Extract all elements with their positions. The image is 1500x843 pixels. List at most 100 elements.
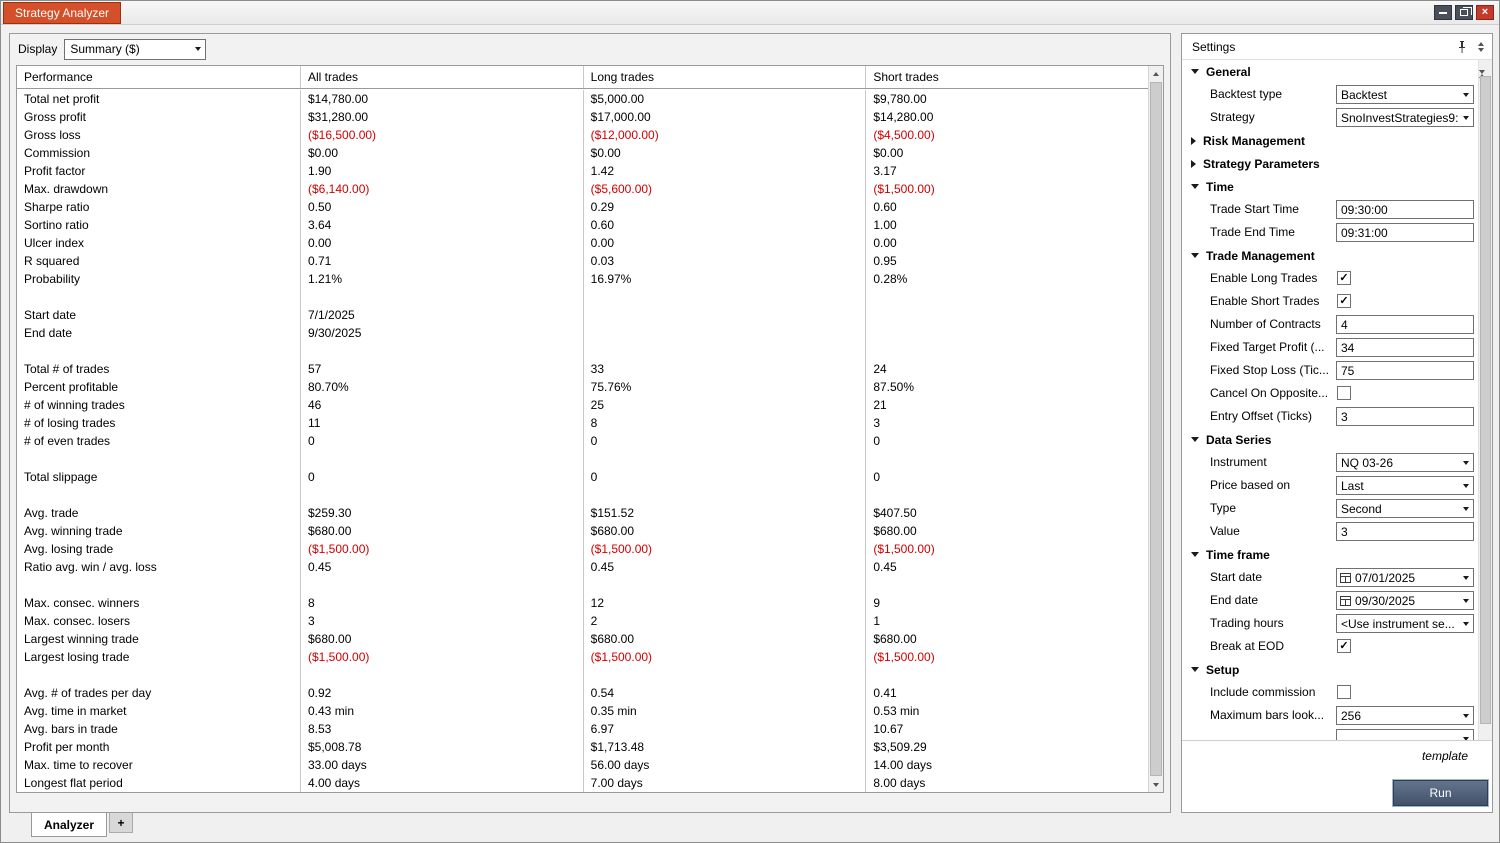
checkbox[interactable]: ✓ xyxy=(1337,639,1351,653)
settings-section-risk-management[interactable]: Risk Management xyxy=(1182,129,1478,152)
minimize-button[interactable] xyxy=(1434,5,1452,20)
table-row[interactable] xyxy=(17,288,1148,306)
date-picker[interactable]: 09/30/2025 xyxy=(1336,591,1474,610)
table-scrollbar-thumb[interactable] xyxy=(1150,82,1162,776)
table-row[interactable]: Total # of trades 57 33 24 xyxy=(17,360,1148,378)
restore-button[interactable] xyxy=(1455,5,1473,20)
checkbox[interactable] xyxy=(1337,685,1351,699)
table-row[interactable]: # of losing trades 11 8 3 xyxy=(17,414,1148,432)
table-row[interactable]: # of even trades 0 0 0 xyxy=(17,432,1148,450)
text-input[interactable]: 75 xyxy=(1336,361,1474,380)
section-label: Time frame xyxy=(1206,547,1270,562)
pin-icon[interactable] xyxy=(1455,40,1469,54)
metric-label: Max. consec. losers xyxy=(24,614,131,628)
column-header-long-trades[interactable]: Long trades xyxy=(582,66,866,88)
text-input[interactable]: 09:31:00 xyxy=(1336,223,1474,242)
close-button[interactable]: × xyxy=(1476,5,1494,20)
table-row[interactable]: Ulcer index 0.00 0.00 0.00 xyxy=(17,234,1148,252)
table-row[interactable]: Total net profit $14,780.00 $5,000.00 $9,78… xyxy=(17,90,1148,108)
table-row[interactable]: Avg. losing trade ($1,500.00) ($1,500.00)(… xyxy=(17,540,1148,558)
settings-scrollbar[interactable] xyxy=(1478,60,1492,740)
text-input[interactable]: 3 xyxy=(1336,407,1474,426)
settings-section-data-series[interactable]: Data Series xyxy=(1182,428,1478,451)
table-row[interactable]: Avg. winning trade $680.00 $680.00 $680.00 xyxy=(17,522,1148,540)
table-row[interactable] xyxy=(17,342,1148,360)
settings-scrollbar-thumb[interactable] xyxy=(1480,76,1491,724)
table-row[interactable]: Max. time to recover 33.00 days 56.00 days… xyxy=(17,756,1148,774)
dropdown[interactable]: Second xyxy=(1336,499,1474,518)
dropdown[interactable] xyxy=(1336,729,1474,740)
text-input[interactable]: 3 xyxy=(1336,522,1474,541)
text-input[interactable]: 4 xyxy=(1336,315,1474,334)
checkbox[interactable]: ✓ xyxy=(1337,294,1351,308)
panel-updown-arrows[interactable] xyxy=(1475,41,1487,52)
dropdown[interactable]: Backtest xyxy=(1336,85,1474,104)
scroll-up-button[interactable] xyxy=(1149,66,1163,81)
table-row[interactable]: Profit per month $5,008.78 $1,713.48 $3,509… xyxy=(17,738,1148,756)
column-header-short-trades[interactable]: Short trades xyxy=(865,66,1148,88)
table-row[interactable] xyxy=(17,666,1148,684)
date-picker[interactable]: 07/01/2025 xyxy=(1336,568,1474,587)
table-row[interactable]: Gross profit $31,280.00 $17,000.00 $14,280.… xyxy=(17,108,1148,126)
settings-section-general[interactable]: General xyxy=(1182,60,1478,83)
table-row[interactable]: Max. consec. winners 8 12 9 xyxy=(17,594,1148,612)
table-row[interactable] xyxy=(17,576,1148,594)
dropdown[interactable]: SnoInvestStrategies9: xyxy=(1336,108,1474,127)
text-input[interactable]: 09:30:00 xyxy=(1336,200,1474,219)
add-tab-button[interactable]: + xyxy=(109,813,134,833)
run-button[interactable]: Run xyxy=(1393,780,1488,806)
table-row[interactable]: Gross loss ($16,500.00) ($12,000.00) ($4,50… xyxy=(17,126,1148,144)
column-header-all-trades[interactable]: All trades xyxy=(300,66,583,88)
table-row[interactable]: Percent profitable 80.70% 75.76% 87.50% xyxy=(17,378,1148,396)
checkbox[interactable]: ✓ xyxy=(1337,271,1351,285)
metric-value: 1.00 xyxy=(865,216,1148,234)
table-row[interactable]: Longest flat period 4.00 days 7.00 days 8.0… xyxy=(17,774,1148,792)
table-scrollbar[interactable] xyxy=(1148,66,1163,792)
metric-value: $680.00 xyxy=(300,630,583,648)
checkbox[interactable] xyxy=(1337,386,1351,400)
table-row[interactable]: Avg. time in market 0.43 min 0.35 min 0.53 … xyxy=(17,702,1148,720)
table-row[interactable]: Ratio avg. win / avg. loss 0.45 0.45 0.45 xyxy=(17,558,1148,576)
table-row[interactable]: Commission $0.00 $0.00 $0.00 xyxy=(17,144,1148,162)
settings-section-time-frame[interactable]: Time frame xyxy=(1182,543,1478,566)
table-row[interactable]: Sortino ratio 3.64 0.60 1.00 xyxy=(17,216,1148,234)
text-input[interactable]: 34 xyxy=(1336,338,1474,357)
table-row[interactable]: Sharpe ratio 0.50 0.29 0.60 xyxy=(17,198,1148,216)
table-row[interactable]: End date 9/30/2025 xyxy=(17,324,1148,342)
table-row[interactable] xyxy=(17,486,1148,504)
settings-section-time[interactable]: Time xyxy=(1182,175,1478,198)
dropdown[interactable]: NQ 03-26 xyxy=(1336,453,1474,472)
table-row[interactable]: R squared 0.71 0.03 0.95 xyxy=(17,252,1148,270)
section-label: Time xyxy=(1206,179,1234,194)
table-row[interactable]: Probability 1.21% 16.97% 0.28% xyxy=(17,270,1148,288)
table-row[interactable]: Avg. bars in trade 8.53 6.97 10.67 xyxy=(17,720,1148,738)
window-title-tab[interactable]: Strategy Analyzer xyxy=(3,2,122,24)
template-link[interactable]: template xyxy=(1422,749,1468,763)
table-row[interactable]: Start date 7/1/2025 xyxy=(17,306,1148,324)
collapse-icon xyxy=(1191,552,1199,557)
table-row[interactable]: Largest losing trade ($1,500.00) ($1,500.0… xyxy=(17,648,1148,666)
table-row[interactable]: Max. consec. losers 3 2 1 xyxy=(17,612,1148,630)
metric-value: 0.50 xyxy=(300,198,583,216)
table-row[interactable]: Total slippage 0 0 0 xyxy=(17,468,1148,486)
table-row[interactable]: Largest winning trade $680.00 $680.00 $680.… xyxy=(17,630,1148,648)
settings-section-strategy-parameters[interactable]: Strategy Parameters xyxy=(1182,152,1478,175)
table-row[interactable]: Avg. # of trades per day 0.92 0.54 0.41 xyxy=(17,684,1148,702)
table-row[interactable]: Max. drawdown ($6,140.00) ($5,600.00) ($1,5… xyxy=(17,180,1148,198)
dropdown[interactable]: Last xyxy=(1336,476,1474,495)
display-dropdown[interactable]: Summary ($) xyxy=(64,38,207,60)
table-row[interactable] xyxy=(17,450,1148,468)
metric-value: 3 xyxy=(865,414,1148,432)
scroll-down-button[interactable] xyxy=(1149,777,1163,792)
settings-section-trade-management[interactable]: Trade Management xyxy=(1182,244,1478,267)
dropdown[interactable]: 256 xyxy=(1336,706,1474,725)
table-row[interactable]: # of winning trades 46 25 21 xyxy=(17,396,1148,414)
table-row[interactable]: Avg. trade $259.30 $151.52 $407.50 xyxy=(17,504,1148,522)
metric-value: ($1,500.00) xyxy=(300,648,583,666)
table-row[interactable]: Profit factor 1.90 1.42 3.17 xyxy=(17,162,1148,180)
column-header-performance[interactable]: Performance xyxy=(17,66,300,88)
tab-analyzer[interactable]: Analyzer xyxy=(31,813,108,837)
dropdown[interactable]: <Use instrument se... xyxy=(1336,614,1474,633)
metric-value xyxy=(582,306,866,324)
settings-section-setup[interactable]: Setup xyxy=(1182,658,1478,681)
